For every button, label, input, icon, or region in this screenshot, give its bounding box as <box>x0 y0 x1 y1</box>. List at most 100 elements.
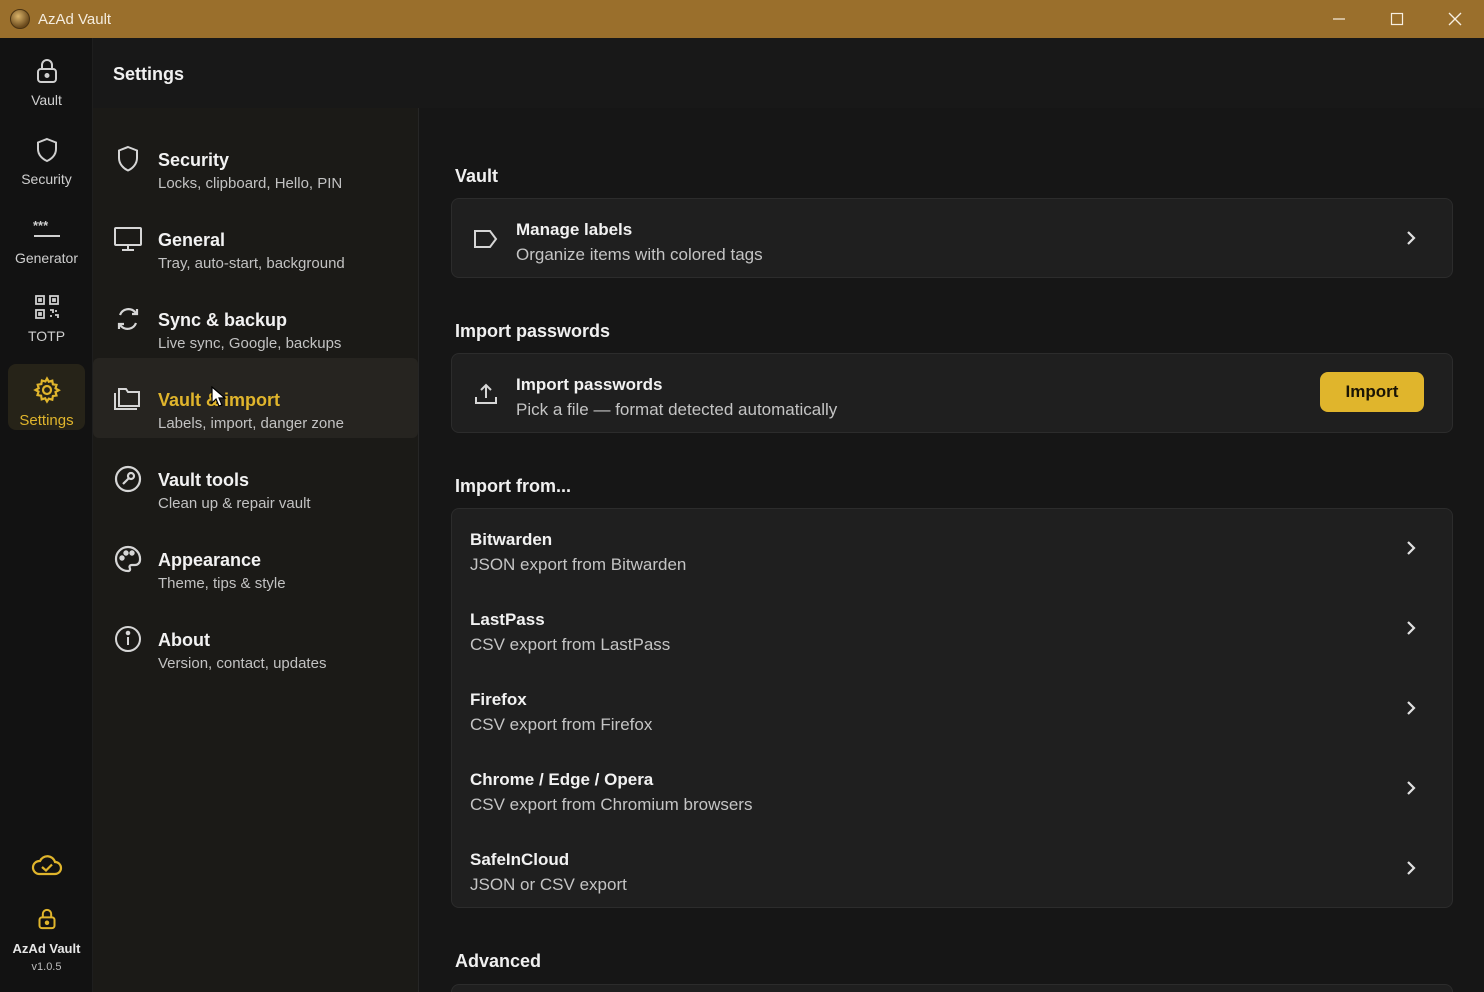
rail-item-security[interactable]: Security <box>8 125 85 189</box>
minimize-icon <box>1333 18 1345 20</box>
import-source-firefox[interactable]: Firefox CSV export from Firefox <box>452 669 1452 749</box>
page-header: Settings <box>93 38 1484 108</box>
window-title: AzAd Vault <box>38 10 112 28</box>
chevron-right-icon <box>1404 537 1418 564</box>
import-source-chromium[interactable]: Chrome / Edge / Opera CSV export from Ch… <box>452 749 1452 829</box>
category-subtitle: Locks, clipboard, Hello, PIN <box>158 175 343 192</box>
app-version: v1.0.5 <box>31 961 62 973</box>
rail-item-label: Settings <box>19 412 74 429</box>
palette-icon <box>113 544 143 574</box>
shield-icon <box>113 144 143 174</box>
chevron-right-icon <box>1404 617 1418 644</box>
row-title: Firefox <box>470 690 527 709</box>
import-sources-card: Bitwarden JSON export from Bitwarden Las… <box>451 508 1453 908</box>
manage-labels-card: Manage labels Organize items with colore… <box>451 198 1453 278</box>
rail-item-label: Generator <box>14 250 79 266</box>
category-about[interactable]: About Version, contact, updates <box>93 598 418 678</box>
category-title: Sync & backup <box>158 310 288 330</box>
rail-item-label: TOTP <box>27 328 66 344</box>
advanced-card <box>451 984 1453 992</box>
row-subtitle: CSV export from Firefox <box>470 715 653 734</box>
row-subtitle: CSV export from Chromium browsers <box>470 795 753 814</box>
category-subtitle: Version, contact, updates <box>158 655 327 672</box>
rail-footer: AzAd Vault v1.0.5 <box>0 908 93 973</box>
category-title: Security <box>158 150 230 170</box>
settings-category-list: Security Locks, clipboard, Hello, PIN Ge… <box>93 108 419 992</box>
manage-labels-row[interactable]: Manage labels Organize items with colore… <box>452 199 1452 279</box>
category-security[interactable]: Security Locks, clipboard, Hello, PIN <box>93 118 418 198</box>
minimize-button[interactable] <box>1310 0 1368 38</box>
gear-icon <box>32 376 61 404</box>
mouse-cursor-icon <box>211 385 227 413</box>
sync-icon <box>113 304 143 334</box>
row-subtitle: Pick a file — format detected automatica… <box>516 400 838 419</box>
row-title: Import passwords <box>516 375 663 394</box>
cloud-sync-status-icon[interactable] <box>31 854 63 883</box>
import-button[interactable]: Import <box>1320 372 1424 412</box>
monitor-icon <box>113 224 143 254</box>
row-title: LastPass <box>470 610 545 629</box>
section-title-vault: Vault <box>455 166 499 186</box>
app-window: AzAd Vault Vault Security *** Generator <box>0 0 1484 992</box>
category-subtitle: Clean up & repair vault <box>158 495 311 512</box>
chevron-right-icon <box>1404 777 1418 804</box>
folders-icon <box>113 384 143 414</box>
rail-item-generator[interactable]: *** Generator <box>8 204 85 268</box>
app-logo-icon <box>10 9 30 29</box>
close-icon <box>1448 12 1462 26</box>
import-source-bitwarden[interactable]: Bitwarden JSON export from Bitwarden <box>452 509 1452 589</box>
title-bar[interactable]: AzAd Vault <box>0 0 1484 38</box>
row-title: Manage labels <box>516 220 633 239</box>
rail-item-label: Vault <box>31 92 62 108</box>
close-button[interactable] <box>1426 0 1484 38</box>
upload-icon <box>472 380 500 408</box>
row-subtitle: CSV export from LastPass <box>470 635 671 654</box>
password-dots-icon: *** <box>33 218 60 237</box>
import-source-safeincloud[interactable]: SafeInCloud JSON or CSV export <box>452 829 1452 909</box>
category-title: Vault tools <box>158 470 250 490</box>
category-sync-backup[interactable]: Sync & backup Live sync, Google, backups <box>93 278 418 358</box>
qr-code-icon <box>34 295 59 319</box>
app-name: AzAd Vault <box>12 941 81 956</box>
nav-rail: Vault Security *** Generator TOTP Settin… <box>0 38 93 992</box>
category-subtitle: Live sync, Google, backups <box>158 335 342 352</box>
row-title: SafeInCloud <box>470 850 570 869</box>
chevron-right-icon <box>1404 697 1418 724</box>
category-subtitle: Labels, import, danger zone <box>158 415 344 432</box>
label-tag-icon <box>472 225 500 253</box>
row-title: Chrome / Edge / Opera <box>470 770 654 789</box>
chevron-right-icon <box>1404 857 1418 884</box>
import-passwords-card: Import passwords Pick a file — format de… <box>451 353 1453 433</box>
import-passwords-row: Import passwords Pick a file — format de… <box>452 354 1452 434</box>
lock-icon <box>38 908 55 930</box>
settings-content: Vault Manage labels Organize items with … <box>420 108 1484 992</box>
page-title: Settings <box>113 64 185 84</box>
chevron-right-icon <box>1404 227 1418 254</box>
svg-text:***: *** <box>33 218 49 233</box>
category-title: General <box>158 230 226 250</box>
section-title-import-from: Import from... <box>455 476 571 496</box>
row-subtitle: JSON or CSV export <box>470 875 627 894</box>
section-title-advanced: Advanced <box>455 951 542 971</box>
rail-item-settings[interactable]: Settings <box>8 364 85 430</box>
category-title: About <box>158 630 210 650</box>
category-subtitle: Theme, tips & style <box>158 575 286 592</box>
category-appearance[interactable]: Appearance Theme, tips & style <box>93 518 418 598</box>
info-icon <box>113 624 143 654</box>
rail-item-totp[interactable]: TOTP <box>8 282 85 346</box>
maximize-button[interactable] <box>1368 0 1426 38</box>
category-subtitle: Tray, auto-start, background <box>158 255 345 272</box>
row-title: Bitwarden <box>470 530 553 549</box>
category-title: Appearance <box>158 550 262 570</box>
rail-item-vault[interactable]: Vault <box>8 46 85 110</box>
rail-item-label: Security <box>21 171 72 187</box>
import-source-lastpass[interactable]: LastPass CSV export from LastPass <box>452 589 1452 669</box>
category-vault-tools[interactable]: Vault tools Clean up & repair vault <box>93 438 418 518</box>
category-general[interactable]: General Tray, auto-start, background <box>93 198 418 278</box>
maximize-icon <box>1390 12 1404 26</box>
shield-icon <box>36 137 57 163</box>
category-vault-import[interactable]: Vault & import Labels, import, danger zo… <box>93 358 418 438</box>
section-title-import-passwords: Import passwords <box>455 321 611 341</box>
lock-icon <box>36 59 57 83</box>
window-controls <box>1310 0 1484 38</box>
